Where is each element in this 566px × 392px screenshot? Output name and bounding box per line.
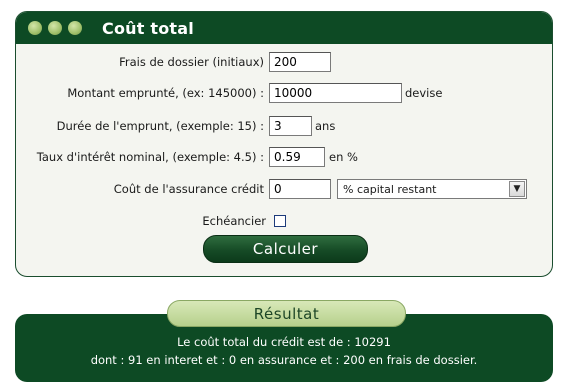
panel-title: Coût total xyxy=(102,18,194,38)
duree-label: Durée de l'emprunt, (exemple: 15) : xyxy=(56,119,264,133)
echeancier-checkbox[interactable] xyxy=(274,215,286,227)
assurance-input[interactable] xyxy=(269,179,331,199)
duree-unit: ans xyxy=(315,119,336,133)
taux-input[interactable] xyxy=(269,147,325,167)
row-montant: Montant emprunté, (ex: 145000) : devise xyxy=(16,82,552,104)
taux-unit: en % xyxy=(329,150,358,164)
chevron-down-icon[interactable]: ▼ xyxy=(509,181,525,197)
echeancier-label: Echéancier xyxy=(202,214,266,228)
frais-input[interactable] xyxy=(269,52,331,72)
row-echeancier: Echéancier xyxy=(16,210,552,232)
assurance-type-value: % capital restant xyxy=(343,182,437,196)
result-tab: Résultat xyxy=(167,300,406,327)
window-dot-icon xyxy=(68,21,82,35)
montant-unit: devise xyxy=(405,86,443,100)
frais-label: Frais de dossier (initiaux) xyxy=(119,55,264,69)
duree-input[interactable] xyxy=(269,116,312,136)
montant-input[interactable] xyxy=(269,83,402,103)
result-detail-text: dont : 91 en interet et : 0 en assurance… xyxy=(90,353,478,367)
panel-header: Coût total xyxy=(16,12,552,44)
window-dot-icon xyxy=(28,21,42,35)
taux-label: Taux d'intérêt nominal, (exemple: 4.5) : xyxy=(36,150,264,164)
calculer-button[interactable]: Calculer xyxy=(203,235,368,263)
montant-label: Montant emprunté, (ex: 145000) : xyxy=(67,86,264,100)
cout-total-panel: Coût total Frais de dossier (initiaux) M… xyxy=(15,11,553,277)
row-duree: Durée de l'emprunt, (exemple: 15) : ans xyxy=(16,115,552,137)
result-total-text: Le coût total du crédit est de : 10291 xyxy=(177,335,391,349)
assurance-label: Coût de l'assurance crédit xyxy=(113,182,264,196)
row-frais: Frais de dossier (initiaux) xyxy=(16,51,552,73)
row-assurance: Coût de l'assurance crédit % capital res… xyxy=(16,178,552,200)
window-dot-icon xyxy=(48,21,62,35)
assurance-type-select[interactable]: % capital restant ▼ xyxy=(337,179,527,199)
row-taux: Taux d'intérêt nominal, (exemple: 4.5) :… xyxy=(16,146,552,168)
